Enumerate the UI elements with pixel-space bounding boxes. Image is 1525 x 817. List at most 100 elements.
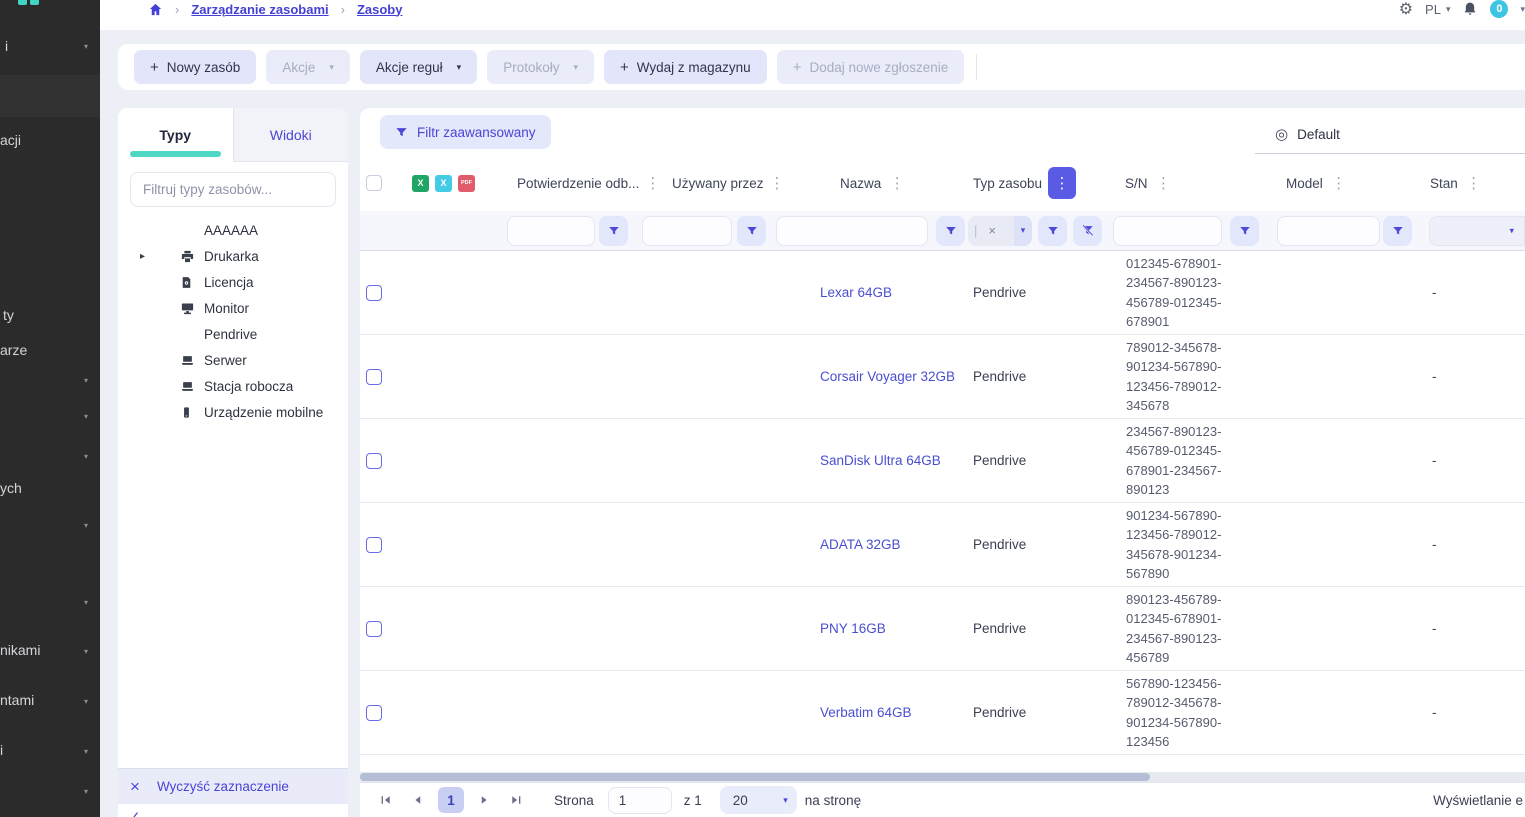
tree-item[interactable]: ▸ AAAAAA	[118, 217, 348, 243]
per-page-select[interactable]: 20 ▾	[720, 786, 797, 814]
sidebar-item-fragment[interactable]: ty	[3, 307, 14, 323]
chevron-down-icon[interactable]: ▾	[1014, 216, 1032, 246]
table-row[interactable]: SanDisk Ultra 64GB Pendrive 234567-89012…	[360, 419, 1525, 503]
export-csv-icon[interactable]: X	[435, 175, 452, 192]
filter-input-sn[interactable]	[1113, 216, 1222, 246]
toolbar-button[interactable]: + Akcje ▾	[266, 50, 350, 84]
chevron-down-icon[interactable]: ▾	[84, 598, 88, 607]
column-header[interactable]: Model ⋮	[1266, 155, 1420, 211]
first-page-button[interactable]	[374, 788, 398, 812]
column-header[interactable]: Używany przez ⋮	[638, 155, 772, 211]
notification-count-badge[interactable]: 0	[1490, 0, 1508, 18]
chevron-down-icon[interactable]: ▾	[84, 376, 88, 385]
language-selector[interactable]: PL ▾	[1425, 2, 1450, 17]
tree-filter-input[interactable]	[130, 172, 336, 207]
sidebar-item-fragment[interactable]: i	[5, 38, 8, 54]
funnel-filter-icon[interactable]	[1383, 216, 1412, 246]
clear-filter-funnel-icon[interactable]	[1073, 216, 1102, 246]
funnel-filter-icon[interactable]	[737, 216, 766, 246]
column-menu-icon[interactable]: ⋮	[887, 167, 907, 199]
row-checkbox[interactable]	[366, 537, 382, 553]
chevron-down-icon[interactable]: ▾	[84, 787, 88, 796]
chevron-down-icon[interactable]: ▾	[1520, 4, 1525, 15]
home-icon[interactable]	[148, 2, 163, 17]
next-page-button[interactable]	[472, 788, 496, 812]
chevron-down-icon[interactable]: ▾	[84, 697, 88, 706]
tree-item[interactable]: ▸ Stacja robocza	[118, 373, 348, 399]
row-checkbox[interactable]	[366, 369, 382, 385]
tree-item[interactable]: ▸ Licencja	[118, 269, 348, 295]
expand-caret-icon[interactable]: ▸	[140, 251, 158, 262]
toolbar-button[interactable]: + Dodaj nowe zgłoszenie ▾	[777, 50, 965, 84]
page-number-input[interactable]	[608, 787, 672, 814]
tree-item[interactable]: ▸ Urządzenie mobilne	[118, 399, 348, 425]
chevron-down-icon[interactable]: ▾	[84, 452, 88, 461]
funnel-filter-icon[interactable]	[599, 216, 628, 246]
column-header[interactable]: Nazwa ⋮	[772, 155, 962, 211]
chevron-down-icon[interactable]: ▾	[84, 42, 88, 51]
funnel-filter-icon[interactable]	[1230, 216, 1259, 246]
row-checkbox[interactable]	[366, 621, 382, 637]
column-header[interactable]: Stan ⋮	[1420, 155, 1525, 211]
tree-item[interactable]: ▸ Serwer	[118, 347, 348, 373]
filter-input-model[interactable]	[1277, 216, 1380, 246]
clear-value-icon[interactable]: ×	[988, 223, 996, 238]
column-header[interactable]: S/N ⋮	[1108, 155, 1266, 211]
funnel-filter-icon[interactable]	[936, 216, 965, 246]
tab-widoki[interactable]: Widoki	[233, 108, 349, 162]
chevron-down-icon[interactable]: ▾	[84, 647, 88, 656]
typ-zasobu-filter-combo[interactable]: | × ▾	[968, 216, 1032, 246]
toolbar-button[interactable]: + Akcje reguł ▾	[360, 50, 477, 84]
sidebar-item-fragment[interactable]: acji	[0, 132, 21, 148]
chevron-down-icon[interactable]: ▾	[84, 412, 88, 421]
table-row[interactable]: Lexar 64GB Pendrive 012345-678901-234567…	[360, 251, 1525, 335]
funnel-filter-icon[interactable]	[1038, 216, 1067, 246]
last-page-button[interactable]	[504, 788, 528, 812]
export-xlsx-icon[interactable]: X	[412, 175, 429, 192]
previous-page-button[interactable]	[406, 788, 430, 812]
filter-input-uzywany-przez[interactable]	[642, 216, 732, 246]
column-menu-icon[interactable]: ⋮	[1154, 167, 1174, 199]
asset-name-link[interactable]: Lexar 64GB	[820, 285, 892, 300]
toolbar-button[interactable]: + Protokoły ▾	[487, 50, 594, 84]
asset-name-link[interactable]: SanDisk Ultra 64GB	[820, 453, 941, 468]
row-checkbox[interactable]	[366, 705, 382, 721]
column-menu-icon[interactable]: ⋮	[1329, 167, 1349, 199]
row-checkbox[interactable]	[366, 453, 382, 469]
tree-item[interactable]: ▸ Monitor	[118, 295, 348, 321]
table-row[interactable]: 456789-012345-	[360, 755, 1525, 772]
breadcrumb-link-zarzadzanie[interactable]: Zarządzanie zasobami	[191, 2, 328, 17]
chevron-down-icon[interactable]: ▾	[84, 521, 88, 530]
breadcrumb-link-zasoby[interactable]: Zasoby	[357, 2, 403, 17]
current-page-button[interactable]: 1	[438, 787, 464, 813]
advanced-filter-button[interactable]: Filtr zaawansowany	[380, 115, 551, 149]
view-selector[interactable]: ◎ Default	[1255, 115, 1525, 154]
partial-bottom-row[interactable]: ✓	[118, 804, 348, 817]
row-checkbox[interactable]	[366, 285, 382, 301]
sidebar-item-fragment[interactable]: i	[0, 742, 3, 758]
select-all-checkbox[interactable]	[366, 175, 382, 191]
toolbar-button[interactable]: + Wydaj z magazynu ▾	[604, 50, 767, 84]
table-row[interactable]: PNY 16GB Pendrive 890123-456789-012345-6…	[360, 587, 1525, 671]
asset-name-link[interactable]: Corsair Voyager 32GB	[820, 369, 955, 384]
sidebar-item-fragment[interactable]: ych	[0, 480, 22, 496]
settings-gear-icon[interactable]: ⚙	[1399, 0, 1413, 19]
asset-name-link[interactable]: PNY 16GB	[820, 621, 886, 636]
asset-name-link[interactable]: Verbatim 64GB	[820, 705, 912, 720]
export-pdf-icon[interactable]: PDF	[458, 175, 475, 192]
clear-selection-button[interactable]: × Wyczyść zaznaczenie	[118, 768, 348, 804]
notifications-bell-icon[interactable]	[1462, 1, 1478, 17]
filter-input-potwierdzenie[interactable]	[507, 216, 595, 246]
tree-item[interactable]: ▸ Drukarka	[118, 243, 348, 269]
chevron-down-icon[interactable]: ▾	[84, 747, 88, 756]
tree-item[interactable]: ▸ Pendrive	[118, 321, 348, 347]
stan-filter-select[interactable]: ▾	[1429, 216, 1525, 246]
tab-typy[interactable]: Typy	[118, 108, 233, 162]
table-row[interactable]: Corsair Voyager 32GB Pendrive 789012-345…	[360, 335, 1525, 419]
filter-input-nazwa[interactable]	[776, 216, 928, 246]
sidebar-active-item[interactable]	[0, 75, 100, 117]
table-row[interactable]: ADATA 32GB Pendrive 901234-567890-123456…	[360, 503, 1525, 587]
horizontal-scrollbar-thumb[interactable]	[360, 773, 1150, 781]
sidebar-item-fragment[interactable]: nikami	[0, 642, 40, 658]
column-menu-icon[interactable]: ⋮	[1464, 167, 1484, 199]
